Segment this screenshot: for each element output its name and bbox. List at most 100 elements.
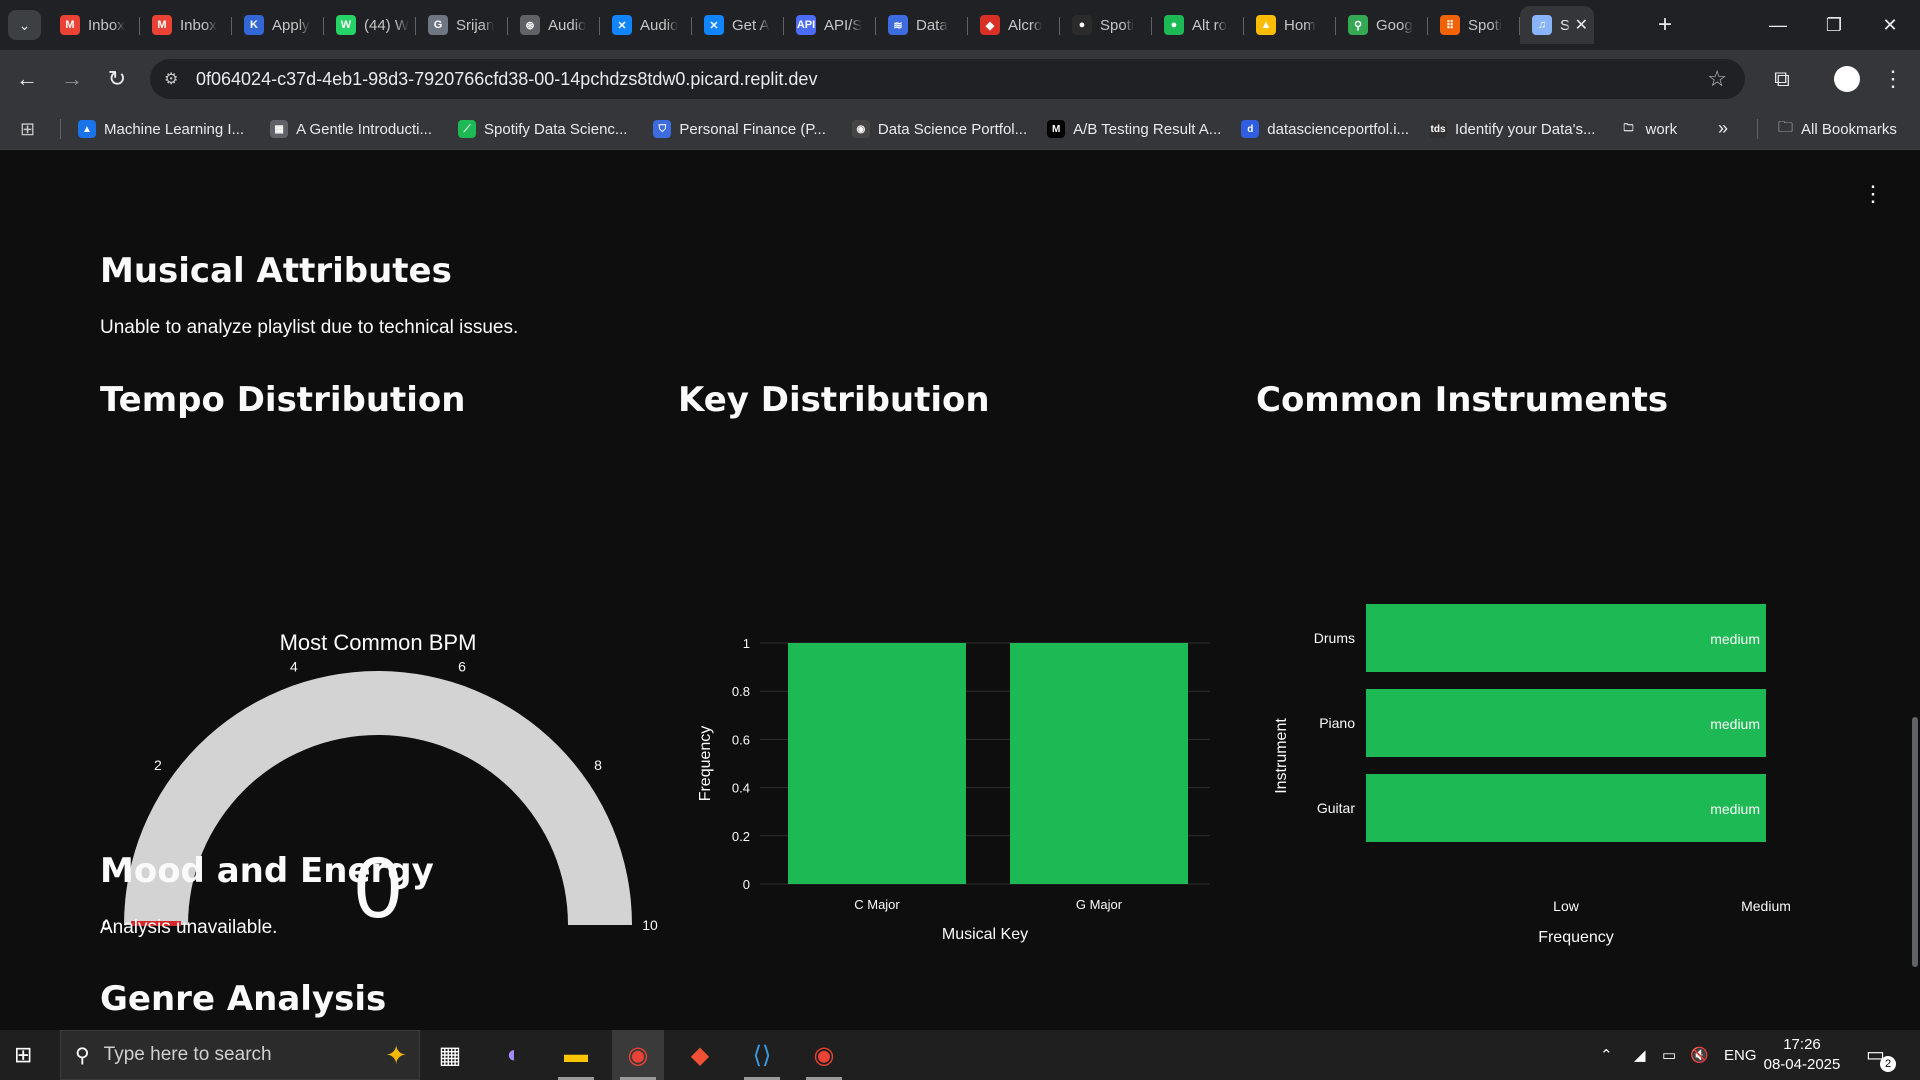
gauge-tick-label: 4 — [290, 658, 298, 674]
task-view-icon[interactable]: ▦ — [424, 1030, 476, 1080]
windows-start-icon[interactable]: ⊞ — [14, 1042, 32, 1068]
network-icon[interactable]: ◢ — [1634, 1030, 1646, 1080]
tab-label: Alt ro — [1192, 16, 1228, 34]
browser-tab[interactable]: ⠿ Spoti — [1428, 6, 1520, 44]
clock-date: 08-04-2025 — [1763, 1056, 1841, 1073]
genre-heading: Genre Analysis — [100, 979, 387, 1019]
vscode-icon[interactable]: ⟨⟩ — [736, 1030, 788, 1080]
tab-label: Get A — [732, 16, 770, 34]
y-tick-label: 0 — [743, 877, 750, 892]
gauge-title: Most Common BPM — [280, 630, 477, 655]
apply-icon: K — [244, 15, 264, 35]
data-icon: ≋ — [888, 15, 908, 35]
browser-tab[interactable]: M Inbox — [48, 6, 140, 44]
bookmark-item[interactable]: 🗀 work — [1619, 120, 1677, 138]
tab-label: Inbox — [88, 16, 125, 34]
bookmark-item[interactable]: M A/B Testing Result A... — [1047, 120, 1221, 138]
bluesky-icon: ✕ — [612, 15, 632, 35]
tray-chevron-icon[interactable]: ⌃ — [1600, 1030, 1613, 1080]
browser-tab[interactable]: K Apply — [232, 6, 324, 44]
back-button[interactable]: ← — [10, 62, 44, 96]
tab-list: M Inbox M Inbox K Apply W (44) W G Srijan ⊛ Audio ✕ A… — [48, 6, 1594, 44]
volume-muted-icon[interactable]: 🔇 — [1690, 1030, 1709, 1080]
bar — [788, 643, 966, 884]
bookmark-label: datascienceportfol.i... — [1267, 120, 1410, 138]
browser-tab[interactable]: W (44) W — [324, 6, 416, 44]
forward-button[interactable]: → — [55, 62, 89, 96]
search-placeholder: Type here to search — [103, 1044, 272, 1065]
bookmark-item[interactable]: ⛉ Personal Finance (P... — [653, 120, 826, 138]
minimize-button[interactable]: — — [1750, 0, 1806, 50]
more-bookmarks-button[interactable]: » — [1718, 118, 1728, 139]
all-bookmarks-button[interactable]: 🗀 All Bookmarks — [1778, 108, 1897, 150]
key-distribution-chart: 0 0.2 0.4 0.6 0.8 1 C Major G Major Musical Key F… — [697, 636, 1210, 943]
bookmark-item[interactable]: tds Identify your Data's... — [1429, 120, 1595, 138]
new-tab-button[interactable]: + — [1650, 10, 1680, 40]
divider — [1757, 119, 1758, 139]
browser-menu-button[interactable]: ⋮ — [1876, 62, 1910, 96]
tab-label: (44) W — [364, 16, 409, 34]
bookmark-label: work — [1645, 120, 1678, 138]
tab-label: Hom — [1284, 16, 1316, 34]
close-tab-icon[interactable]: ✕ — [1575, 15, 1588, 35]
reload-button[interactable]: ↻ — [100, 62, 134, 96]
app-menu-icon[interactable]: ⋮ — [1862, 181, 1884, 207]
bookmark-item[interactable]: ▲ Machine Learning I... — [78, 120, 244, 138]
browser-tab[interactable]: ▲ Hom — [1244, 6, 1336, 44]
browser-tab[interactable]: ✕ Audio — [600, 6, 692, 44]
browser-tab[interactable]: API API/S — [784, 6, 876, 44]
tempo-heading: Tempo Distribution — [100, 380, 466, 420]
y-tick-label: Guitar — [1317, 800, 1355, 816]
y-tick-label: 0.8 — [732, 684, 750, 699]
y-tick-label: Drums — [1314, 630, 1355, 646]
bar-data-label: medium — [1710, 801, 1760, 817]
system-clock[interactable]: 17:26 08-04-2025 — [1762, 1035, 1842, 1075]
copilot-icon[interactable]: ◐ — [488, 1030, 540, 1080]
chrome-icon[interactable]: ◉ — [612, 1030, 664, 1080]
x-tick-label: Medium — [1741, 898, 1791, 914]
x-axis-label: Musical Key — [942, 926, 1028, 943]
bookmark-item[interactable]: ◉ Data Science Portfol... — [851, 120, 1027, 138]
tab-label: Spoti — [1100, 16, 1135, 34]
battery-icon[interactable]: ▭ — [1662, 1030, 1676, 1080]
browser-tab[interactable]: G Srijan — [416, 6, 508, 44]
browser-tab[interactable]: ≋ Data — [876, 6, 968, 44]
bookmark-item[interactable]: d datascienceportfol.i... — [1241, 120, 1409, 138]
active-browser-tab[interactable]: ♫ S ✕ — [1520, 6, 1594, 44]
bar-data-label: medium — [1710, 631, 1760, 647]
tab-search-button[interactable]: ⌄ — [8, 10, 41, 40]
screen: ⌄ M Inbox M Inbox K Apply W (44) W G Srijan ⊛ Audio… — [0, 0, 1920, 1080]
tab-label: Audio — [640, 16, 679, 34]
github-icon: G — [428, 15, 448, 35]
tab-strip: ⌄ M Inbox M Inbox K Apply W (44) W G Srijan ⊛ Audio… — [0, 0, 1920, 50]
taskbar-search-box[interactable]: ⚲ Type here to search ✦ — [60, 1030, 420, 1080]
browser-tab[interactable]: ● Alt ro — [1152, 6, 1244, 44]
bookmark-favicon-icon: ◉ — [851, 120, 870, 138]
api-icon: API — [796, 15, 816, 35]
browser-tab[interactable]: ⚲ Goog — [1336, 6, 1428, 44]
file-explorer-icon[interactable]: ▬ — [550, 1030, 602, 1080]
language-indicator[interactable]: ENG — [1724, 1030, 1757, 1080]
arrow-left-icon: ← — [16, 66, 38, 91]
page-scrollbar[interactable] — [1912, 717, 1918, 967]
extensions-button[interactable]: ⧉ — [1765, 62, 1799, 96]
restore-button[interactable]: ❐ — [1806, 0, 1862, 50]
bookmark-item[interactable]: ▦ A Gentle Introducti... — [270, 120, 432, 138]
profile-button[interactable] — [1830, 62, 1864, 96]
bookmark-star-icon[interactable]: ☆ — [1707, 66, 1727, 92]
browser-tab[interactable]: ◆ Alcro — [968, 6, 1060, 44]
folder-icon: 🗀 — [1778, 118, 1794, 136]
site-settings-icon[interactable]: ⚙ — [164, 69, 178, 89]
close-window-button[interactable]: ✕ — [1862, 0, 1918, 50]
browser-tab[interactable]: M Inbox — [140, 6, 232, 44]
browser-tab[interactable]: ● Spoti — [1060, 6, 1152, 44]
address-bar[interactable]: ⚙ 0f064024-c37d-4eb1-98d3-7920766cfd38-0… — [150, 59, 1745, 99]
maps-icon: ⚲ — [1348, 15, 1368, 35]
apps-grid-icon[interactable]: ⊞ — [20, 119, 35, 140]
browser-tab[interactable]: ⊛ Audio — [508, 6, 600, 44]
chrome-profile-icon[interactable]: ◉ — [798, 1030, 850, 1080]
git-icon[interactable]: ◆ — [674, 1030, 726, 1080]
mood-heading: Mood and Energy — [100, 851, 434, 891]
browser-tab[interactable]: ✕ Get A — [692, 6, 784, 44]
bookmark-item[interactable]: ⟋ Spotify Data Scienc... — [458, 120, 627, 138]
